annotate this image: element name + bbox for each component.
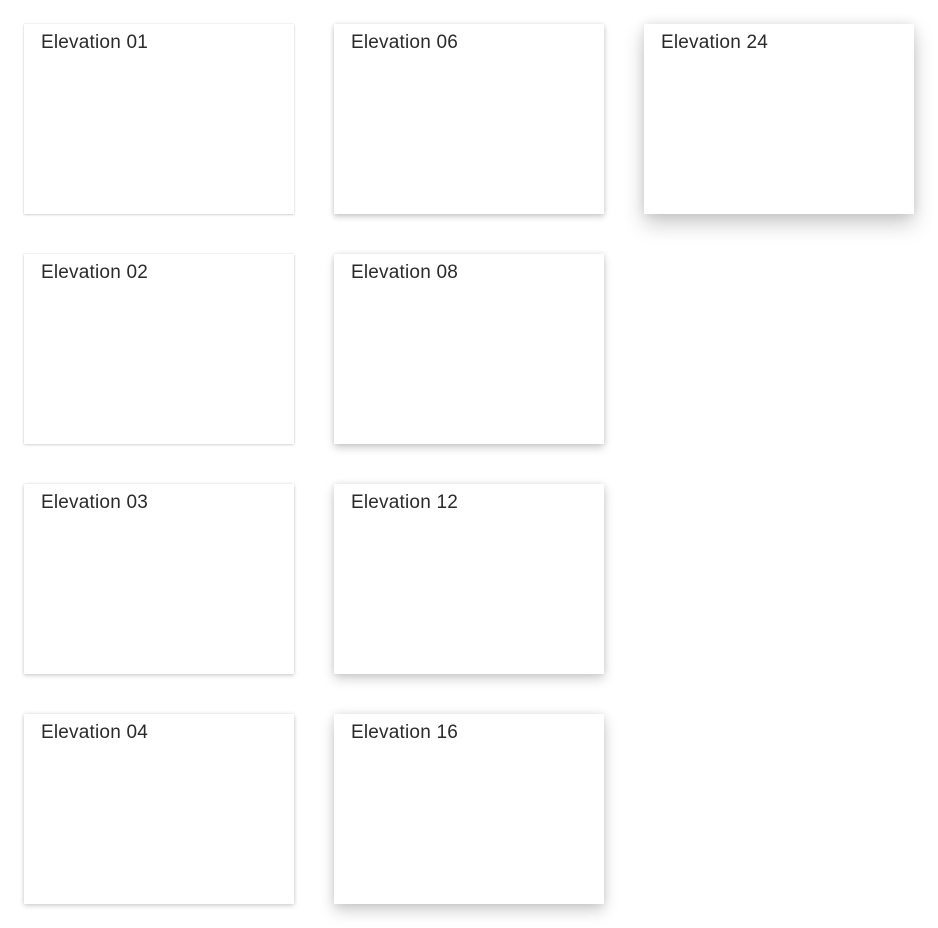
card-label: Elevation 01	[41, 32, 148, 53]
elevation-card-16: Elevation 16	[334, 714, 604, 904]
elevation-card-04: Elevation 04	[24, 714, 294, 904]
card-label: Elevation 02	[41, 262, 148, 283]
elevation-card-01: Elevation 01	[24, 24, 294, 214]
card-label: Elevation 08	[351, 262, 458, 283]
elevation-card-03: Elevation 03	[24, 484, 294, 674]
elevation-card-12: Elevation 12	[334, 484, 604, 674]
elevation-card-08: Elevation 08	[334, 254, 604, 444]
card-label: Elevation 03	[41, 492, 148, 513]
card-label: Elevation 12	[351, 492, 458, 513]
card-label: Elevation 24	[661, 32, 768, 53]
card-label: Elevation 04	[41, 722, 148, 743]
card-label: Elevation 16	[351, 722, 458, 743]
elevation-card-02: Elevation 02	[24, 254, 294, 444]
elevation-card-24: Elevation 24	[644, 24, 914, 214]
elevation-card-06: Elevation 06	[334, 24, 604, 214]
card-label: Elevation 06	[351, 32, 458, 53]
